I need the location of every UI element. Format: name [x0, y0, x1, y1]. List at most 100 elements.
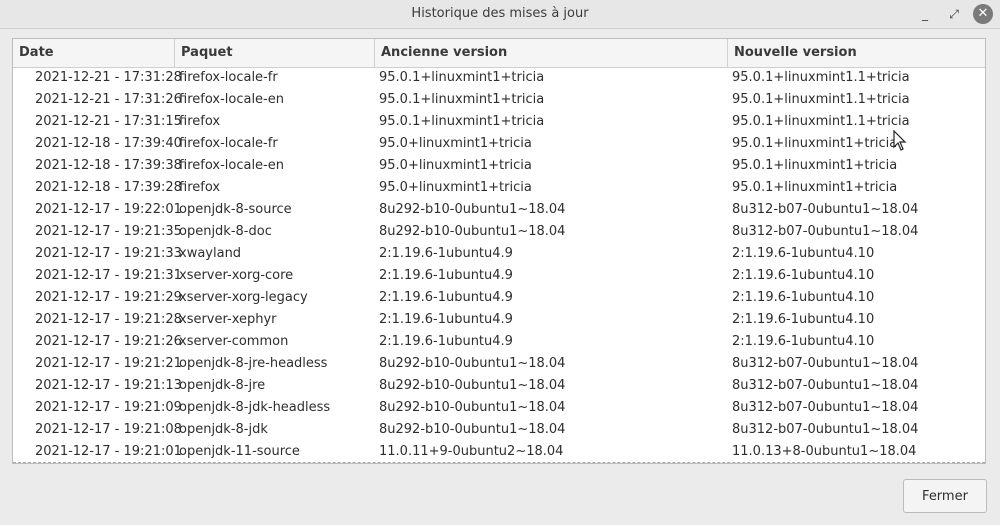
old-version-cell: 95.0+linuxmint1+tricia — [379, 136, 532, 151]
table-row[interactable]: 2021-12-17 - 19:21:31 xserver-xorg-core … — [13, 265, 985, 287]
table-row[interactable]: 2021-12-17 - 19:21:13 openjdk-8-jre 8u29… — [13, 375, 985, 397]
maximize-button[interactable]: ⤢ — [944, 4, 964, 24]
new-version-cell: 8u312-b07-0ubuntu1~18.04 — [732, 422, 919, 437]
date-cell: 2021-12-21 - 17:31:26 — [35, 92, 182, 107]
date-cell: 2021-12-17 - 19:21:33 — [35, 246, 182, 261]
table-row[interactable]: 2021-12-17 - 19:21:33 xwayland 2:1.19.6-… — [13, 243, 985, 265]
new-version-cell: 8u312-b07-0ubuntu1~18.04 — [732, 202, 919, 217]
column-header-old-version[interactable]: Ancienne version — [375, 39, 728, 67]
new-version-cell: 95.0.1+linuxmint1+tricia — [732, 180, 898, 195]
new-version-cell: 95.0.1+linuxmint1.1+tricia — [732, 70, 910, 85]
close-button[interactable]: Fermer — [903, 479, 987, 513]
close-window-button[interactable]: ✕ — [973, 4, 993, 24]
package-cell: xserver-xorg-core — [179, 268, 294, 283]
date-cell: 2021-12-18 - 17:39:38 — [35, 158, 182, 173]
old-version-cell: 95.0.1+linuxmint1+tricia — [379, 114, 545, 129]
package-cell: xserver-xorg-legacy — [179, 290, 308, 305]
old-version-cell: 8u292-b10-0ubuntu1~18.04 — [379, 224, 566, 239]
package-cell: firefox — [179, 114, 221, 129]
date-cell: 2021-12-17 - 19:21:21 — [35, 356, 182, 371]
new-version-cell: 95.0.1+linuxmint1.1+tricia — [732, 92, 910, 107]
new-version-cell: 8u312-b07-0ubuntu1~18.04 — [732, 224, 919, 239]
title-bar[interactable]: Historique des mises à jour _ ⤢ ✕ — [0, 0, 1000, 29]
new-version-cell: 95.0.1+linuxmint1+tricia — [732, 136, 898, 151]
new-version-cell: 2:1.19.6-1ubuntu4.10 — [732, 334, 875, 349]
column-header-package[interactable]: Paquet — [175, 39, 375, 67]
old-version-cell: 95.0+linuxmint1+tricia — [379, 158, 532, 173]
new-version-cell: 8u312-b07-0ubuntu1~18.04 — [732, 400, 919, 415]
package-cell: openjdk-8-jdk — [179, 422, 268, 437]
new-version-cell: 95.0.1+linuxmint1.1+tricia — [732, 114, 910, 129]
package-cell: firefox — [179, 180, 221, 195]
date-cell: 2021-12-17 - 19:21:29 — [35, 290, 182, 305]
mouse-pointer-icon — [893, 130, 907, 151]
package-cell: openjdk-8-source — [179, 202, 292, 217]
package-cell: openjdk-8-jre — [179, 378, 266, 393]
old-version-cell: 8u292-b10-0ubuntu1~18.04 — [379, 400, 566, 415]
old-version-cell: 2:1.19.6-1ubuntu4.9 — [379, 290, 513, 305]
table-row[interactable]: 2021-12-17 - 19:21:28 xserver-xephyr 2:1… — [13, 309, 985, 331]
old-version-cell: 11.0.11+9-0ubuntu2~18.04 — [379, 444, 564, 459]
date-cell: 2021-12-21 - 17:31:15 — [35, 114, 182, 129]
table-row[interactable]: 2021-12-17 - 19:21:09 openjdk-8-jdk-head… — [13, 397, 985, 419]
package-cell: openjdk-8-jdk-headless — [179, 400, 331, 415]
table-row[interactable]: 2021-12-17 - 19:21:29 xserver-xorg-legac… — [13, 287, 985, 309]
new-version-cell: 95.0.1+linuxmint1+tricia — [732, 158, 898, 173]
date-cell: 2021-12-17 - 19:22:01 — [35, 202, 182, 217]
table-row[interactable]: 2021-12-18 - 17:39:38 firefox-locale-en … — [13, 155, 985, 177]
column-header-new-version[interactable]: Nouvelle version — [728, 39, 985, 67]
old-version-cell: 8u292-b10-0ubuntu1~18.04 — [379, 378, 566, 393]
package-cell: firefox-locale-fr — [179, 70, 278, 85]
package-cell: firefox-locale-fr — [179, 136, 278, 151]
minimize-button[interactable]: _ — [915, 4, 935, 24]
package-cell: xserver-xephyr — [179, 312, 277, 327]
column-header-date[interactable]: Date — [13, 39, 175, 67]
new-version-cell: 2:1.19.6-1ubuntu4.10 — [732, 312, 875, 327]
new-version-cell: 2:1.19.6-1ubuntu4.10 — [732, 290, 875, 305]
old-version-cell: 95.0.1+linuxmint1+tricia — [379, 70, 545, 85]
package-cell: openjdk-11-source — [179, 444, 300, 459]
table-row[interactable]: 2021-12-17 - 19:21:35 openjdk-8-doc 8u29… — [13, 221, 985, 243]
table-row[interactable]: 2021-12-17 - 19:21:08 openjdk-8-jdk 8u29… — [13, 419, 985, 441]
table-row[interactable]: 2021-12-21 - 17:31:28 firefox-locale-fr … — [13, 67, 985, 89]
package-cell: xwayland — [179, 246, 242, 261]
old-version-cell: 2:1.19.6-1ubuntu4.9 — [379, 268, 513, 283]
date-cell: 2021-12-17 - 19:21:31 — [35, 268, 182, 283]
table-row[interactable]: 2021-12-21 - 17:31:15 firefox 95.0.1+lin… — [13, 111, 985, 133]
package-cell: firefox-locale-en — [179, 158, 284, 173]
old-version-cell: 2:1.19.6-1ubuntu4.9 — [379, 334, 513, 349]
table-row[interactable]: 2021-12-17 - 19:21:01 openjdk-11-source … — [13, 441, 985, 463]
new-version-cell: 8u312-b07-0ubuntu1~18.04 — [732, 378, 919, 393]
new-version-cell: 2:1.19.6-1ubuntu4.10 — [732, 268, 875, 283]
old-version-cell: 8u292-b10-0ubuntu1~18.04 — [379, 356, 566, 371]
old-version-cell: 8u292-b10-0ubuntu1~18.04 — [379, 202, 566, 217]
table-row[interactable]: 2021-12-17 - 19:21:21 openjdk-8-jre-head… — [13, 353, 985, 375]
table-row[interactable]: 2021-12-17 - 19:22:01 openjdk-8-source 8… — [13, 199, 985, 221]
date-cell: 2021-12-21 - 17:31:28 — [35, 70, 182, 85]
table-row[interactable]: 2021-12-17 - 19:21:26 xserver-common 2:1… — [13, 331, 985, 353]
package-cell: openjdk-8-doc — [179, 224, 272, 239]
old-version-cell: 2:1.19.6-1ubuntu4.9 — [379, 246, 513, 261]
table-row[interactable]: 2021-12-21 - 17:31:26 firefox-locale-en … — [13, 89, 985, 111]
table-body: 2021-12-21 - 17:31:28 firefox-locale-fr … — [13, 67, 985, 463]
old-version-cell: 2:1.19.6-1ubuntu4.9 — [379, 312, 513, 327]
window-title: Historique des mises à jour — [411, 6, 589, 21]
date-cell: 2021-12-17 - 19:21:26 — [35, 334, 182, 349]
date-cell: 2021-12-18 - 17:39:40 — [35, 136, 182, 151]
old-version-cell: 8u292-b10-0ubuntu1~18.04 — [379, 422, 566, 437]
table-row[interactable]: 2021-12-18 - 17:39:40 firefox-locale-fr … — [13, 133, 985, 155]
new-version-cell: 11.0.13+8-0ubuntu1~18.04 — [732, 444, 917, 459]
history-table: Date Paquet Ancienne version Nouvelle ve… — [12, 38, 986, 464]
date-cell: 2021-12-17 - 19:21:08 — [35, 422, 182, 437]
old-version-cell: 95.0.1+linuxmint1+tricia — [379, 92, 545, 107]
new-version-cell: 8u312-b07-0ubuntu1~18.04 — [732, 356, 919, 371]
date-cell: 2021-12-17 - 19:21:28 — [35, 312, 182, 327]
date-cell: 2021-12-17 - 19:21:09 — [35, 400, 182, 415]
date-cell: 2021-12-17 - 19:21:01 — [35, 444, 182, 459]
update-history-window: Historique des mises à jour _ ⤢ ✕ Date P… — [0, 0, 1000, 525]
date-cell: 2021-12-18 - 17:39:28 — [35, 180, 182, 195]
package-cell: openjdk-8-jre-headless — [179, 356, 328, 371]
package-cell: firefox-locale-en — [179, 92, 284, 107]
package-cell: xserver-common — [179, 334, 289, 349]
table-row[interactable]: 2021-12-18 - 17:39:28 firefox 95.0+linux… — [13, 177, 985, 199]
